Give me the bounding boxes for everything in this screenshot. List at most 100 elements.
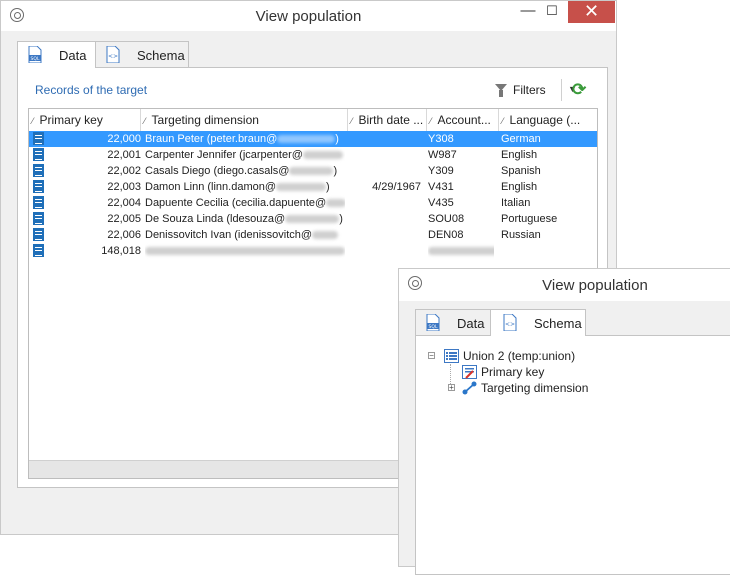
window-title: View population (542, 277, 648, 294)
cell-name-text: Casals Diego (diego.casals@ (145, 165, 290, 177)
redacted-email (277, 135, 336, 144)
record-icon (33, 212, 44, 225)
cell-account: Y309 (428, 165, 454, 177)
cell-primary-key: 22,001 (107, 149, 141, 161)
cell-account: W987 (428, 149, 457, 161)
sort-icon: ⁄ (32, 116, 34, 126)
cell-language: Russian (501, 229, 541, 241)
table-row[interactable]: 148,018 (29, 243, 597, 259)
svg-text:SQL: SQL (429, 324, 438, 330)
sort-icon: ⁄ (430, 116, 432, 126)
record-icon (33, 228, 44, 241)
column-header-label: Targeting dimension (151, 113, 259, 127)
cell-language: English (501, 181, 538, 193)
cell-language: English (501, 149, 538, 161)
column-header-primary-key[interactable]: ⁄ Primary key (29, 109, 141, 131)
schema-file-icon: <> (503, 314, 517, 331)
records-of-target-link[interactable]: Records of the target (35, 83, 147, 97)
tab-data[interactable]: SQL Data (17, 41, 96, 68)
record-icon (33, 164, 44, 177)
schema-file-icon: <> (106, 46, 120, 63)
primary-key-field-icon (462, 365, 477, 379)
svg-text:<>: <> (505, 321, 515, 328)
table-row[interactable]: 22,002 Casals Diego (diego.casals@) Y309… (29, 163, 597, 179)
tree-node-label: Union 2 (temp:union) (463, 349, 576, 363)
column-header-label: Birth date ... (358, 113, 424, 127)
tab-data-label: Data (457, 316, 485, 331)
cell-name-text: De Souza Linda (ldesouza@ (145, 213, 286, 225)
cell-birth-date (355, 147, 421, 163)
cell-targeting-dimension: De Souza Linda (ldesouza@) (145, 211, 345, 227)
cell-name-text: Denissovitch Ivan (idenissovitch@ (145, 229, 313, 241)
tab-schema-label: Schema (534, 316, 582, 331)
app-icon (408, 276, 422, 290)
tab-schema[interactable]: <> Schema (490, 309, 586, 336)
cell-account: V435 (428, 197, 454, 209)
tab-data-label: Data (59, 48, 87, 63)
sort-icon: ⁄ (144, 116, 146, 126)
redacted-email (302, 151, 343, 160)
cell-birth-date (355, 211, 421, 227)
cell-name-end: ) (333, 165, 338, 177)
cell-targeting-dimension (145, 243, 345, 259)
schema-panel: − Union 2 (temp:union) Primary key + Tar… (415, 335, 730, 575)
table-row[interactable]: 22,005 De Souza Linda (ldesouza@) SOU08 … (29, 211, 597, 227)
column-header-birth-date[interactable]: ⁄ Birth date ... (348, 109, 427, 131)
cell-language: Italian (501, 197, 531, 209)
column-header-language[interactable]: ⁄ Language (... (499, 109, 597, 131)
sql-file-icon: SQL (426, 314, 440, 331)
cell-primary-key: 22,002 (107, 165, 141, 177)
record-icon (33, 180, 44, 193)
column-header-label: Primary key (39, 113, 103, 127)
maximize-button[interactable]: ☐ (541, 1, 563, 23)
redacted-text (145, 247, 345, 256)
title-bar[interactable]: View population (399, 269, 730, 301)
tab-data[interactable]: SQL Data (415, 309, 491, 335)
toolbar-separator (561, 79, 562, 101)
column-header-account[interactable]: ⁄ Account... (427, 109, 499, 131)
cell-targeting-dimension: Carpenter Jennifer (jcarpenter@ (145, 147, 345, 163)
cell-account: SOU08 (428, 213, 465, 225)
cell-name-end: ) (335, 133, 339, 145)
link-icon (462, 381, 477, 395)
table-row[interactable]: 22,000 Braun Peter (peter.braun@) Y308 G… (29, 131, 597, 147)
cell-primary-key: 22,000 (107, 133, 141, 145)
cell-targeting-dimension: Dapuente Cecilia (cecilia.dapuente@ (145, 195, 345, 211)
sort-icon: ⁄ (351, 116, 353, 126)
cell-name-text: Braun Peter (peter.braun@ (145, 133, 278, 145)
table-row[interactable]: 22,006 Denissovitch Ivan (idenissovitch@… (29, 227, 597, 243)
record-icon (33, 148, 44, 161)
column-header-label: Account... (437, 113, 491, 127)
close-button[interactable]: ✕ (568, 1, 615, 23)
tab-schema[interactable]: <> Schema (95, 41, 189, 67)
sql-file-icon: SQL (28, 46, 42, 63)
cell-language: Portuguese (501, 213, 558, 225)
cell-name-text: Dapuente Cecilia (cecilia.dapuente@ (145, 197, 327, 209)
table-row[interactable]: 22,004 Dapuente Cecilia (cecilia.dapuent… (29, 195, 597, 211)
table-row[interactable]: 22,001 Carpenter Jennifer (jcarpenter@ W… (29, 147, 597, 163)
cell-birth-date (355, 195, 421, 211)
cell-name-end: ) (326, 181, 330, 193)
filter-icon (495, 84, 507, 97)
cell-account: Y308 (428, 133, 454, 145)
column-header-targeting-dimension[interactable]: ⁄ Targeting dimension (141, 109, 348, 131)
filters-label: Filters (513, 83, 546, 97)
cell-primary-key: 22,004 (107, 197, 141, 209)
redacted-email (312, 231, 339, 240)
cell-account (428, 243, 494, 259)
cell-targeting-dimension: Casals Diego (diego.casals@) (145, 163, 345, 179)
cell-birth-date: 4/29/1967 (372, 181, 421, 193)
list-schema-icon (444, 349, 459, 363)
cell-language: German (501, 133, 541, 145)
title-bar[interactable]: View population — ☐ ✕ (1, 1, 616, 31)
cell-primary-key: 22,005 (107, 213, 141, 225)
tree-node-label: Primary key (481, 365, 545, 379)
minimize-button[interactable]: — (517, 1, 539, 23)
collapse-icon[interactable]: − (428, 352, 435, 360)
expand-icon[interactable]: + (448, 384, 455, 392)
refresh-icon[interactable]: ⟳ (572, 81, 588, 98)
cell-birth-date (355, 163, 421, 179)
table-row[interactable]: 22,003 Damon Linn (linn.damon@) 4/29/196… (29, 179, 597, 195)
redacted-email (276, 183, 327, 192)
cell-primary-key: 22,006 (107, 229, 141, 241)
